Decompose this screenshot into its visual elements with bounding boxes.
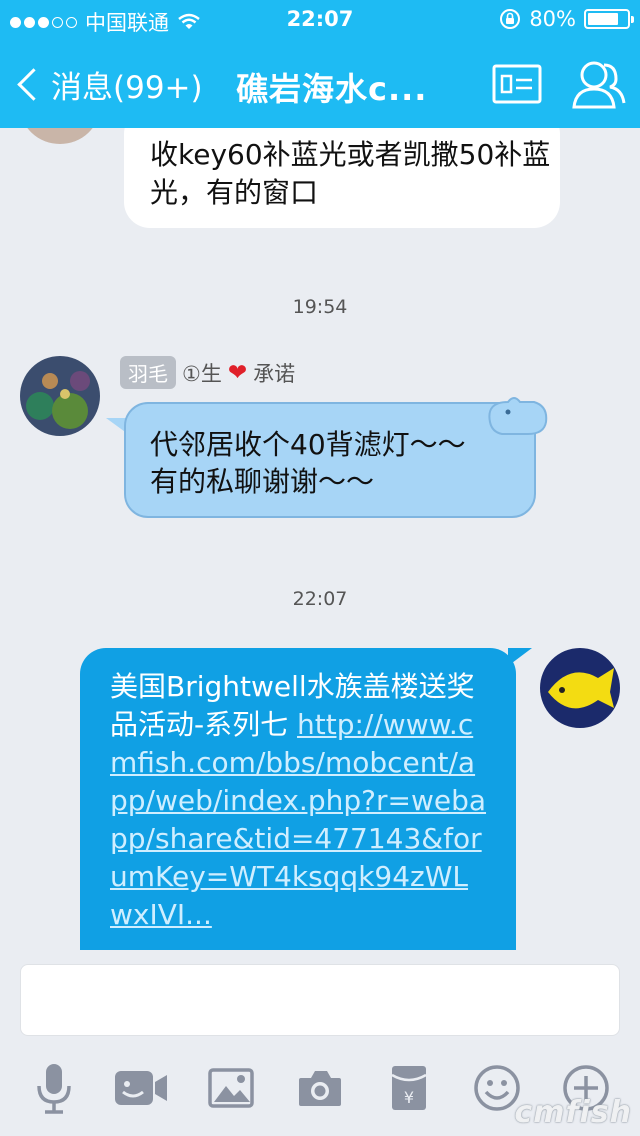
avatar[interactable] <box>20 356 100 436</box>
status-bar: 中国联通 22:07 80% <box>0 0 640 40</box>
status-right: 80% <box>499 7 634 31</box>
back-button[interactable]: 消息(99+) <box>14 62 203 107</box>
chat-title: 礁岩海水c... <box>236 70 428 108</box>
battery-icon <box>584 9 634 29</box>
message-input[interactable] <box>20 964 620 1036</box>
sender-suffix: 承诺 <box>253 361 296 386</box>
message-link[interactable]: http://www.cmfish.com/bbs/mobcent/app/we… <box>110 708 486 931</box>
chevron-left-icon <box>17 68 50 101</box>
back-label: 消息(99+) <box>51 70 203 106</box>
message-timestamp: 19:54 <box>292 296 348 318</box>
svg-text:¥: ¥ <box>404 1088 414 1107</box>
chat-area[interactable]: 收key60补蓝光或者凯撒50补蓝光，有的窗口 19:54 羽毛 ①生 ❤ 承诺… <box>0 128 640 950</box>
microphone-icon[interactable] <box>26 1060 82 1116</box>
message-bubble[interactable]: 收key60补蓝光或者凯撒50补蓝光，有的窗口 <box>124 128 560 228</box>
battery-level <box>588 13 619 25</box>
sender-tag: 羽毛 <box>120 356 176 389</box>
whale-decoration-icon <box>488 397 548 435</box>
avatar[interactable] <box>20 128 100 144</box>
message-bubble[interactable]: 代邻居收个40背滤灯～～ 有的私聊谢谢～～ <box>124 402 536 518</box>
message-line: 代邻居收个40背滤灯～～ <box>150 428 466 461</box>
image-icon[interactable] <box>203 1060 259 1116</box>
avatar[interactable] <box>540 648 620 728</box>
battery-percent: 80% <box>529 7 576 31</box>
nav-bar: 消息(99+) 礁岩海水c... <box>0 40 640 128</box>
input-area: ¥ cmfish <box>0 950 640 1136</box>
red-packet-icon[interactable]: ¥ <box>381 1060 437 1116</box>
orientation-lock-icon <box>500 9 521 29</box>
watermark: cmfish <box>514 1095 632 1130</box>
video-icon[interactable] <box>113 1060 169 1116</box>
group-card-icon[interactable] <box>492 64 542 104</box>
camera-icon[interactable] <box>292 1060 348 1116</box>
sender-info: 羽毛 ①生 ❤ 承诺 <box>120 356 295 389</box>
sender-name: ①生 <box>182 361 222 386</box>
message-timestamp: 22:07 <box>292 588 348 610</box>
message-line: 有的私聊谢谢～～ <box>150 465 375 498</box>
message-bubble[interactable]: 美国Brightwell水族盖楼送奖品活动-系列七 http://www.cmf… <box>80 648 516 950</box>
group-members-icon[interactable] <box>570 57 626 111</box>
heart-icon: ❤ <box>227 359 248 386</box>
